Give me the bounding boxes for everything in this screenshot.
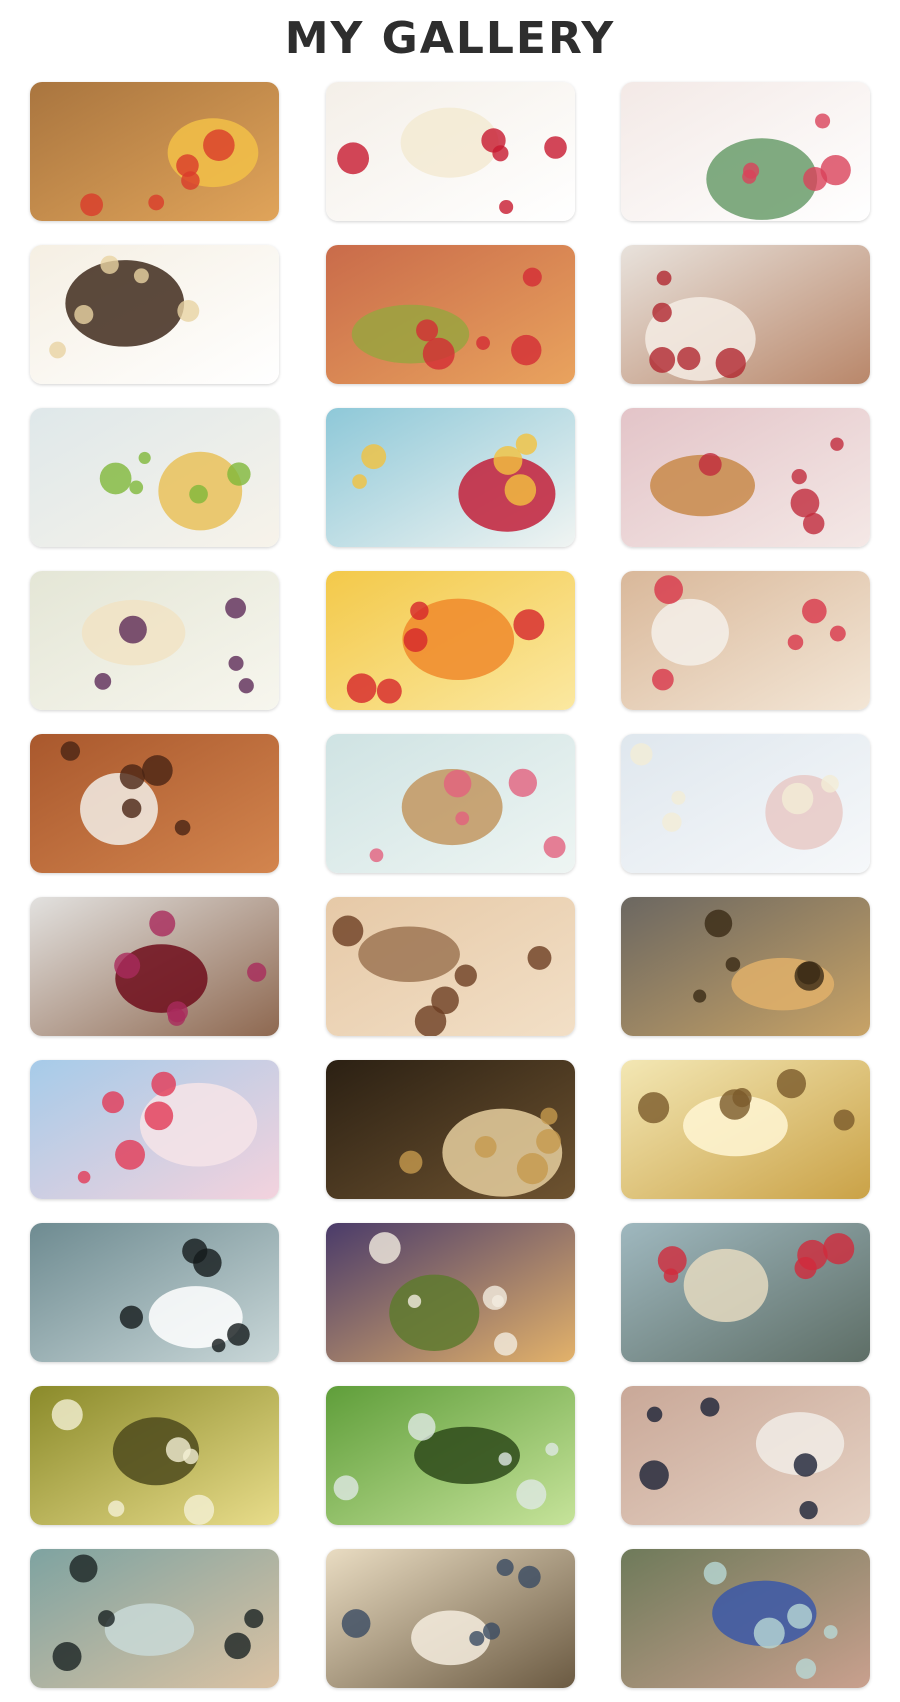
gallery-thumbnail[interactable] [30,1060,279,1199]
gallery-thumbnail[interactable] [621,408,870,547]
gallery-thumbnail[interactable] [621,571,870,710]
bicycle-wheat-field-image [621,1060,870,1199]
gallery-thumbnail[interactable] [621,82,870,221]
gallery-thumbnail[interactable] [621,1549,870,1688]
gallery-thumbnail[interactable] [325,82,575,221]
gallery-thumbnail[interactable] [325,408,575,547]
mug-bokeh-image [325,1223,575,1362]
gallery-thumbnail[interactable] [325,897,575,1036]
gallery-page: MY GALLERY [0,0,900,1702]
fruit-skewers-image [325,571,575,710]
gallery-thumbnail[interactable] [30,734,279,873]
snowy-street-lamp-image [30,1223,279,1362]
gallery-thumbnail[interactable] [325,1060,575,1199]
cupcake-teacup-image [621,571,870,710]
gallery-thumbnail[interactable] [30,245,279,384]
lemonade-glasses-image [325,408,575,547]
gallery-thumbnail[interactable] [325,245,575,384]
glass-jar-grass-image [325,1386,575,1525]
gallery-thumbnail[interactable] [30,1386,279,1525]
bicycles-field-image [325,1549,575,1688]
westminster-lamp-image [621,897,870,1036]
gallery-thumbnail[interactable] [30,897,279,1036]
rose-cupcakes-image [325,734,575,873]
page-title: MY GALLERY [284,13,616,64]
coconut-cake-image [621,734,870,873]
vanilla-ice-cream-image [30,245,279,384]
macarons-image [325,245,575,384]
chocolate-ice-cream-coffee-beans-image [325,897,575,1036]
gallery-thumbnail[interactable] [621,1223,870,1362]
gallery-thumbnail[interactable] [30,1223,279,1362]
hanging-bottle-image [621,1386,870,1525]
gallery-grid [30,82,870,1688]
sorbet-cups-image [621,82,870,221]
flower-bottle-puddle-image [621,1223,870,1362]
gallery-thumbnail[interactable] [325,734,575,873]
chocolate-dessert-image [30,734,279,873]
gallery-thumbnail[interactable] [325,571,575,710]
cherry-ice-cream-cones-image [30,897,279,1036]
gallery-thumbnail[interactable] [325,1386,575,1525]
gallery-thumbnail[interactable] [325,1223,575,1362]
star-jar-image [621,1549,870,1688]
gallery-thumbnail[interactable] [621,897,870,1036]
gallery-thumbnail[interactable] [30,571,279,710]
ice-cream-limes-image [30,408,279,547]
latte-coffee-image [325,1060,575,1199]
park-bench-image [30,1549,279,1688]
ice-cream-raspberries-image [325,82,575,221]
berry-cheesecake-image [30,571,279,710]
bruschetta-image [30,82,279,221]
strawberry-ice-cream-image [30,1060,279,1199]
gallery-thumbnail[interactable] [325,1549,575,1688]
gallery-thumbnail[interactable] [30,82,279,221]
gallery-thumbnail[interactable] [621,1060,870,1199]
hanging-bottles-image [30,1386,279,1525]
gallery-thumbnail[interactable] [621,1386,870,1525]
victoria-sponge-cake-image [621,245,870,384]
strudel-strawberries-image [621,408,870,547]
gallery-thumbnail[interactable] [30,1549,279,1688]
gallery-thumbnail[interactable] [621,245,870,384]
gallery-thumbnail[interactable] [30,408,279,547]
gallery-thumbnail[interactable] [621,734,870,873]
